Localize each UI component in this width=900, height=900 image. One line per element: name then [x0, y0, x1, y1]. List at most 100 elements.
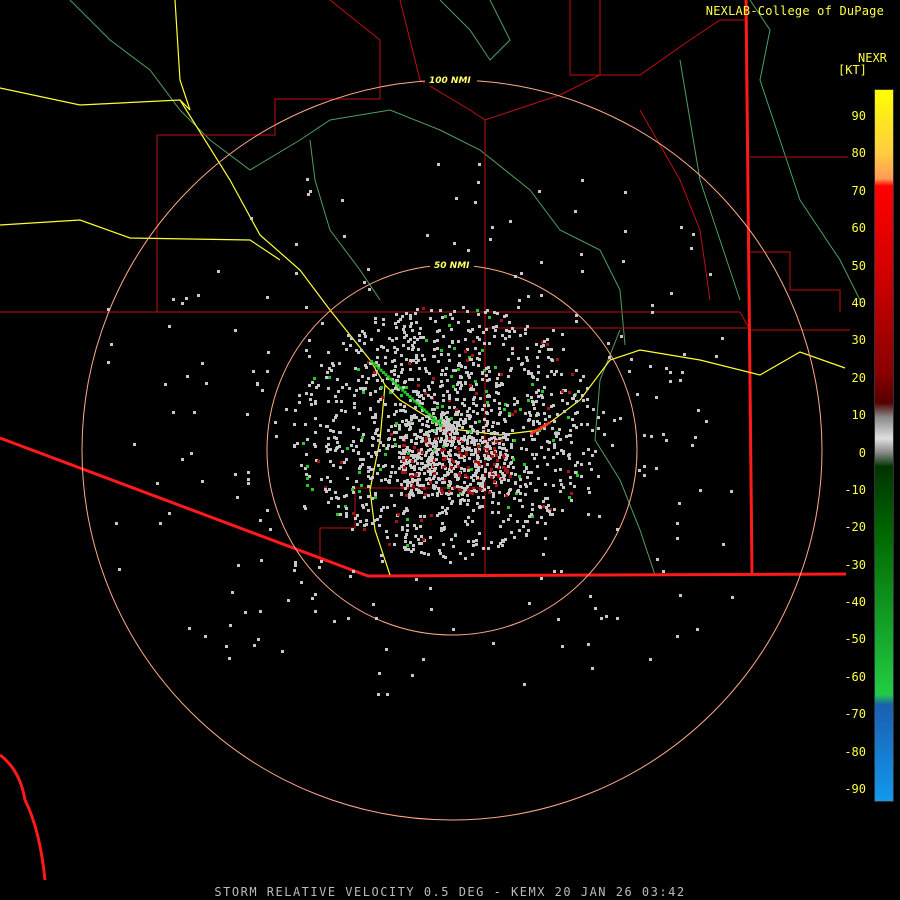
- ring-label-50: 50 NMI: [434, 261, 470, 271]
- echo-pixel: [441, 316, 444, 319]
- echo-pixel: [575, 369, 578, 372]
- echo-pixel: [332, 430, 335, 433]
- echo-pixel: [252, 370, 255, 373]
- echo-pixel: [548, 415, 551, 418]
- echo-pixel: [437, 487, 440, 490]
- echo-pixel: [402, 344, 405, 347]
- echo-pixel: [413, 336, 416, 339]
- echo-pixel: [419, 515, 422, 518]
- product-caption: STORM RELATIVE VELOCITY 0.5 DEG - KEMX 2…: [214, 885, 686, 899]
- echo-pixel: [379, 398, 382, 401]
- echo-pixel: [345, 383, 348, 386]
- echo-pixel: [478, 532, 481, 535]
- echo-pixel: [459, 499, 462, 502]
- echo-pixel: [386, 506, 389, 509]
- echo-pixel: [450, 466, 453, 469]
- echo-pixel: [168, 512, 171, 515]
- echo-pixel: [415, 437, 418, 440]
- echo-pixel: [571, 418, 574, 421]
- echo-pixel: [474, 347, 477, 350]
- echo-pixel: [538, 350, 541, 353]
- echo-pixel: [409, 464, 412, 467]
- echo-pixel: [422, 538, 425, 541]
- echo-pixel: [466, 485, 469, 488]
- echo-pixel: [482, 426, 485, 429]
- echo-pixel: [558, 428, 561, 431]
- echo-pixel: [403, 466, 406, 469]
- echo-pixel: [472, 509, 475, 512]
- echo-pixel: [699, 489, 702, 492]
- echo-pixel: [310, 393, 313, 396]
- echo-pixel: [542, 505, 545, 508]
- echo-pixel: [546, 338, 549, 341]
- echo-pixel: [587, 643, 590, 646]
- echo-pixel: [554, 469, 557, 472]
- echo-pixel: [327, 501, 330, 504]
- echo-pixel: [441, 511, 444, 514]
- echo-pixel: [217, 270, 220, 273]
- echo-pixel: [560, 373, 563, 376]
- echo-pixel: [398, 427, 401, 430]
- echo-pixel: [363, 528, 366, 531]
- echo-pixel: [434, 320, 437, 323]
- echo-pixel: [421, 402, 424, 405]
- echo-pixel: [507, 358, 510, 361]
- echo-pixel: [485, 390, 488, 393]
- echo-pixel: [439, 309, 442, 312]
- echo-pixel: [548, 441, 551, 444]
- echo-pixel: [373, 371, 376, 374]
- radar-echoes: [107, 163, 734, 696]
- echo-pixel: [436, 453, 439, 456]
- echo-pixel: [379, 468, 382, 471]
- echo-pixel: [362, 458, 365, 461]
- echo-pixel: [498, 491, 501, 494]
- echo-pixel: [410, 418, 413, 421]
- echo-pixel: [650, 435, 653, 438]
- echo-pixel: [418, 478, 421, 481]
- echo-pixel: [395, 326, 398, 329]
- echo-pixel: [305, 453, 308, 456]
- echo-pixel: [526, 394, 529, 397]
- scale-tick-label: -30: [844, 557, 866, 572]
- echo-pixel: [486, 422, 489, 425]
- echo-pixel: [340, 409, 343, 412]
- echo-pixel: [676, 522, 679, 525]
- echo-pixel: [437, 360, 440, 363]
- echo-pixel: [572, 397, 575, 400]
- echo-pixel: [495, 484, 498, 487]
- echo-pixel: [620, 335, 623, 338]
- echo-pixel: [373, 519, 376, 522]
- echo-pixel: [543, 386, 546, 389]
- echo-pixel: [592, 408, 595, 411]
- echo-pixel: [384, 403, 387, 406]
- echo-pixel: [427, 470, 430, 473]
- echo-pixel: [588, 491, 591, 494]
- credit-label[interactable]: NEXLAB-College of DuPage: [706, 4, 884, 18]
- echo-pixel: [362, 391, 365, 394]
- echo-pixel: [504, 420, 507, 423]
- echo-pixel: [367, 485, 370, 488]
- echo-pixel: [423, 358, 426, 361]
- echo-pixel: [479, 397, 482, 400]
- echo-pixel: [499, 470, 502, 473]
- echo-pixel: [464, 557, 467, 560]
- echo-pixel: [516, 401, 519, 404]
- echo-pixel: [447, 493, 450, 496]
- echo-pixel: [469, 388, 472, 391]
- echo-pixel: [429, 317, 432, 320]
- echo-pixel: [514, 482, 517, 485]
- echo-pixel: [527, 471, 530, 474]
- echo-pixel: [442, 543, 445, 546]
- echo-pixel: [306, 484, 309, 487]
- echo-pixel: [359, 520, 362, 523]
- echo-pixel: [478, 352, 481, 355]
- echo-pixel: [525, 448, 528, 451]
- echo-pixel: [477, 181, 480, 184]
- echo-pixel: [333, 620, 336, 623]
- echo-pixel: [329, 460, 332, 463]
- echo-pixel: [359, 458, 362, 461]
- echo-pixel: [419, 525, 422, 528]
- echo-pixel: [400, 465, 403, 468]
- echo-pixel: [313, 377, 316, 380]
- echo-pixel: [450, 375, 453, 378]
